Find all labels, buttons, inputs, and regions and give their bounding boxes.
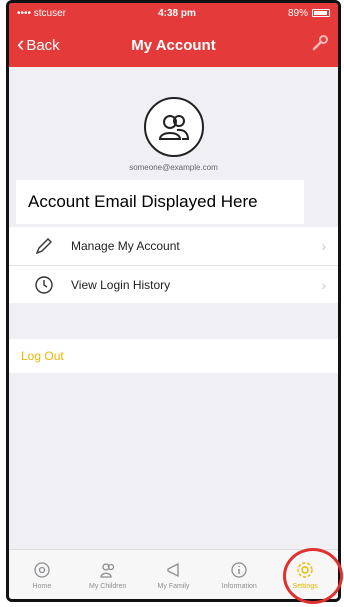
logout-label: Log Out	[21, 349, 64, 363]
manage-account-row[interactable]: Manage My Account ›	[9, 227, 338, 265]
tab-my-family[interactable]: My Family	[141, 550, 207, 599]
chevron-right-icon: ›	[321, 276, 326, 293]
account-menu: Manage My Account › View Login History ›	[9, 227, 338, 303]
home-icon	[32, 560, 52, 580]
status-right: 89%	[288, 8, 330, 19]
profile-email: someone@example.com	[129, 163, 218, 172]
tab-my-family-label: My Family	[157, 582, 190, 590]
tab-information[interactable]: Information	[206, 550, 272, 599]
tab-my-children[interactable]: My Children	[75, 550, 141, 599]
email-annotation-label: Account Email Displayed Here	[16, 180, 304, 224]
tab-home-label: Home	[32, 582, 52, 590]
logout-button[interactable]: Log Out	[9, 339, 338, 373]
chevron-right-icon: ›	[321, 238, 326, 254]
tab-information-label: Information	[221, 582, 257, 590]
gear-icon	[295, 560, 315, 580]
status-time: 4:38 pm	[158, 7, 196, 19]
profile-section: someone@example.com	[9, 67, 338, 177]
manage-account-label: Manage My Account	[71, 239, 180, 253]
back-label: Back	[26, 36, 60, 54]
battery-text: 89%	[287, 7, 308, 19]
tab-settings-label: Settings	[292, 582, 318, 590]
tab-settings[interactable]: Settings	[272, 550, 338, 599]
back-button[interactable]: ‹ Back	[17, 31, 60, 56]
chevron-left-icon: ‹	[17, 31, 25, 56]
phone-frame: •••• stcuser 4:38 pm 89% ‹ Back My Accou…	[6, 0, 341, 602]
info-icon	[229, 560, 249, 580]
tab-bar: Home My Children My Family Information S…	[9, 549, 338, 599]
clock-icon	[33, 274, 55, 296]
children-icon	[98, 560, 118, 580]
carrier-text: •••• stcuser	[17, 7, 67, 19]
login-history-row[interactable]: View Login History ›	[9, 265, 338, 303]
nav-bar: ‹ Back My Account	[9, 23, 338, 67]
tab-my-children-label: My Children	[89, 582, 127, 590]
megaphone-icon	[163, 560, 183, 580]
status-bar: •••• stcuser 4:38 pm 89%	[9, 3, 338, 23]
tool-icon[interactable]	[310, 33, 330, 58]
login-history-label: View Login History	[71, 277, 171, 292]
pencil-icon	[33, 235, 55, 257]
users-icon	[143, 97, 204, 157]
tab-home[interactable]: Home	[9, 550, 75, 599]
battery-icon	[311, 9, 330, 17]
